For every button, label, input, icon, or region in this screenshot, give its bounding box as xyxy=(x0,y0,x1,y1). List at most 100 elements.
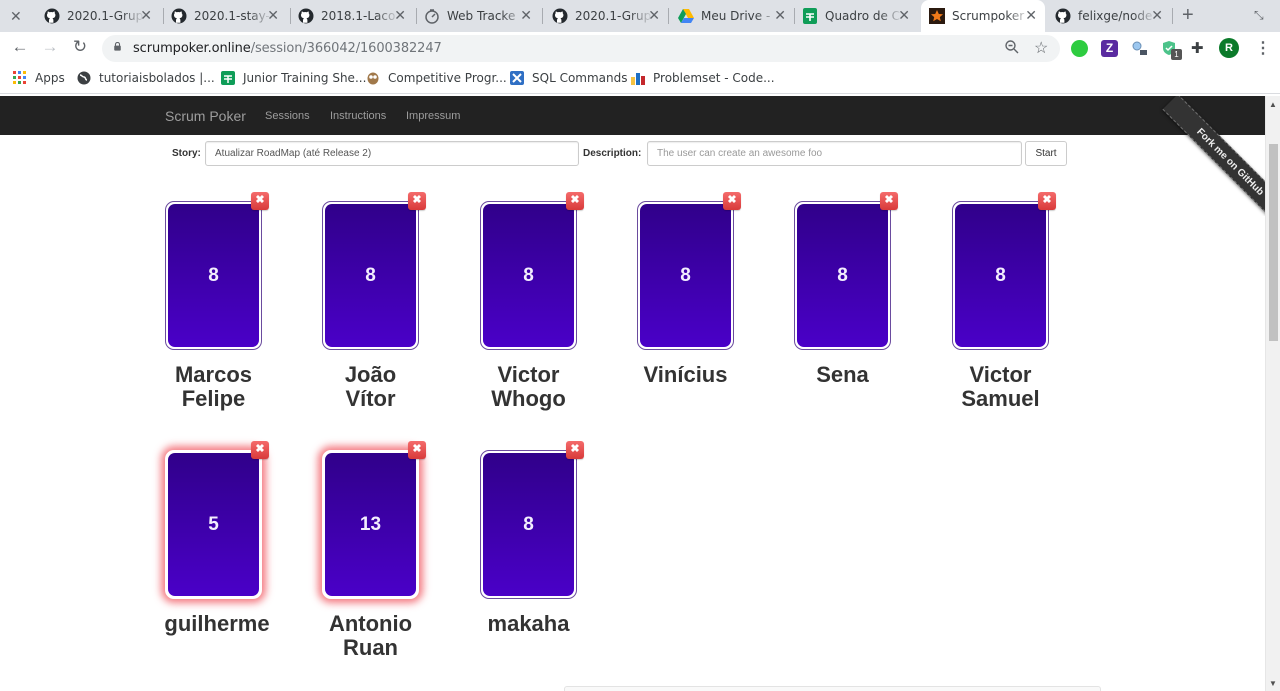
github-icon xyxy=(171,8,187,24)
start-button[interactable]: Start xyxy=(1025,141,1067,166)
scroll-down-arrow-icon[interactable]: ▼ xyxy=(1269,679,1277,688)
github-icon xyxy=(44,8,60,24)
bookmark-competitive-programming[interactable]: Competitive Progr... xyxy=(366,71,507,85)
bookmark-label: Competitive Progr... xyxy=(388,71,507,85)
participant-name: Victor Samuel xyxy=(961,362,1040,411)
extension-search-icon[interactable] xyxy=(1131,40,1148,57)
page-scrollbar[interactable]: ▲ ▼ xyxy=(1265,96,1280,691)
remove-participant-button[interactable]: ✖ xyxy=(880,192,898,210)
description-input[interactable]: The user can create an awesome foo xyxy=(647,141,1022,166)
tab-close-button[interactable]: ✕ xyxy=(10,8,22,25)
browser-tab[interactable]: felixge/node ✕ xyxy=(1055,0,1171,32)
address-bar[interactable]: scrumpoker.online/session/366042/1600382… xyxy=(102,35,1060,62)
tab-title: 2018.1-Laco xyxy=(321,9,396,23)
tab-separator xyxy=(668,8,669,24)
remove-participant-button[interactable]: ✖ xyxy=(408,441,426,459)
vote-value: 8 xyxy=(640,204,731,347)
profile-avatar[interactable]: R xyxy=(1219,38,1239,58)
nav-link-instructions[interactable]: Instructions xyxy=(330,110,386,122)
bookmark-sql-commands[interactable]: SQL Commands xyxy=(510,71,628,85)
back-button[interactable]: ← xyxy=(9,37,31,57)
nav-link-impressum[interactable]: Impressum xyxy=(406,110,460,122)
extensions-puzzle-icon[interactable]: ✚ xyxy=(1191,40,1208,57)
remove-participant-button[interactable]: ✖ xyxy=(1038,192,1056,210)
bookmark-apps[interactable]: Apps xyxy=(13,71,65,85)
tab-close-icon[interactable]: ✕ xyxy=(648,8,660,24)
bookmark-label: tutoriaisbolados |... xyxy=(99,71,215,85)
codeforces-icon xyxy=(631,73,645,85)
remove-participant-button[interactable]: ✖ xyxy=(566,192,584,210)
browser-tab[interactable]: 2020.1-Grup ✕ xyxy=(552,0,668,32)
remove-participant-button[interactable]: ✖ xyxy=(251,192,269,210)
bookmark-star-icon[interactable]: ☆ xyxy=(1034,38,1048,58)
browser-tab[interactable]: Quadro de C ✕ xyxy=(802,0,918,32)
browser-tab-active[interactable]: Scrumpoker ✕ xyxy=(921,0,1045,32)
tab-separator xyxy=(1172,8,1173,24)
bookmark-problemset[interactable]: Problemset - Code... xyxy=(631,71,775,85)
bookmark-label: Junior Training She... xyxy=(243,71,367,85)
google-sheets-icon xyxy=(802,8,818,24)
restore-window-icon[interactable]: ⤡ xyxy=(1254,8,1264,23)
browser-tab[interactable]: Meu Drive - ✕ xyxy=(678,0,794,32)
reload-button[interactable]: ↻ xyxy=(69,37,91,57)
tab-close-icon[interactable]: ✕ xyxy=(394,8,406,24)
bookmark-junior-training[interactable]: Junior Training She... xyxy=(221,71,366,85)
tab-close-icon[interactable]: ✕ xyxy=(774,8,786,24)
browser-tab[interactable]: 2018.1-Laco ✕ xyxy=(298,0,414,32)
participant-name: guilherme xyxy=(164,611,270,636)
page-viewport: Scrum Poker Sessions Instructions Impres… xyxy=(0,96,1280,691)
bookmark-label: Apps xyxy=(35,71,65,85)
url-host: scrumpoker.online xyxy=(133,41,251,56)
remove-participant-button[interactable]: ✖ xyxy=(408,192,426,210)
scrollbar-thumb[interactable] xyxy=(1269,144,1278,341)
browser-tab[interactable]: 2020.1-stay- ✕ xyxy=(171,0,287,32)
tab-close-icon[interactable]: ✕ xyxy=(898,8,910,24)
stopwatch-icon xyxy=(424,8,440,24)
new-tab-button[interactable]: + xyxy=(1182,4,1194,27)
fork-me-on-github-ribbon[interactable]: Fork me on GitHub xyxy=(1162,96,1265,216)
vote-value: 8 xyxy=(325,204,416,347)
forward-button[interactable]: → xyxy=(39,37,61,57)
sql-icon xyxy=(510,71,524,85)
nav-link-sessions[interactable]: Sessions xyxy=(265,110,310,122)
story-input[interactable]: Atualizar RoadMap (até Release 2) xyxy=(205,141,579,166)
google-drive-icon xyxy=(678,8,694,24)
browser-menu-icon[interactable]: ⋮ xyxy=(1255,38,1271,58)
vote-card: 8 xyxy=(480,201,577,350)
participant-name: Antonio Ruan xyxy=(328,611,413,660)
vote-card-outlier: 13 xyxy=(322,450,419,599)
vote-card: 8 xyxy=(322,201,419,350)
remove-participant-button[interactable]: ✖ xyxy=(566,441,584,459)
zoom-out-icon[interactable] xyxy=(1005,40,1019,57)
github-ribbon-container: Fork me on GitHub xyxy=(1145,96,1265,216)
participant-name: Victor Whogo xyxy=(491,362,566,411)
browser-tab[interactable]: 2020.1-Grup ✕ xyxy=(44,0,160,32)
github-icon xyxy=(298,8,314,24)
extension-z-icon[interactable]: Z xyxy=(1101,40,1118,57)
browser-tab[interactable]: Web Tracke ✕ xyxy=(424,0,540,32)
tab-close-icon[interactable]: ✕ xyxy=(140,8,152,24)
vote-card: 8 xyxy=(794,201,891,350)
remove-participant-button[interactable]: ✖ xyxy=(251,441,269,459)
bookmark-tutoriaisbolados[interactable]: tutoriaisbolados |... xyxy=(77,71,215,85)
tab-close-icon[interactable]: ✕ xyxy=(1025,8,1037,24)
extension-badge-count: 1 xyxy=(1171,49,1182,60)
bookmark-label: SQL Commands xyxy=(532,71,628,85)
globe-icon xyxy=(77,71,91,85)
extension-green-icon[interactable] xyxy=(1071,40,1088,57)
vote-value: 8 xyxy=(797,204,888,347)
tab-separator xyxy=(794,8,795,24)
tab-close-icon[interactable]: ✕ xyxy=(520,8,532,24)
browser-toolbar: ← → ↻ scrumpoker.online/session/366042/1… xyxy=(0,32,1280,64)
vote-value: 8 xyxy=(483,453,574,596)
remove-participant-button[interactable]: ✖ xyxy=(723,192,741,210)
apps-grid-icon xyxy=(13,71,26,84)
tab-close-icon[interactable]: ✕ xyxy=(1151,8,1163,24)
bottom-panel-edge xyxy=(564,686,1101,691)
brand-link[interactable]: Scrum Poker xyxy=(165,108,246,124)
tab-title: 2020.1-stay- xyxy=(194,9,270,23)
tab-separator xyxy=(290,8,291,24)
scroll-up-arrow-icon[interactable]: ▲ xyxy=(1269,100,1277,109)
tab-close-icon[interactable]: ✕ xyxy=(267,8,279,24)
vote-card: 8 xyxy=(480,450,577,599)
